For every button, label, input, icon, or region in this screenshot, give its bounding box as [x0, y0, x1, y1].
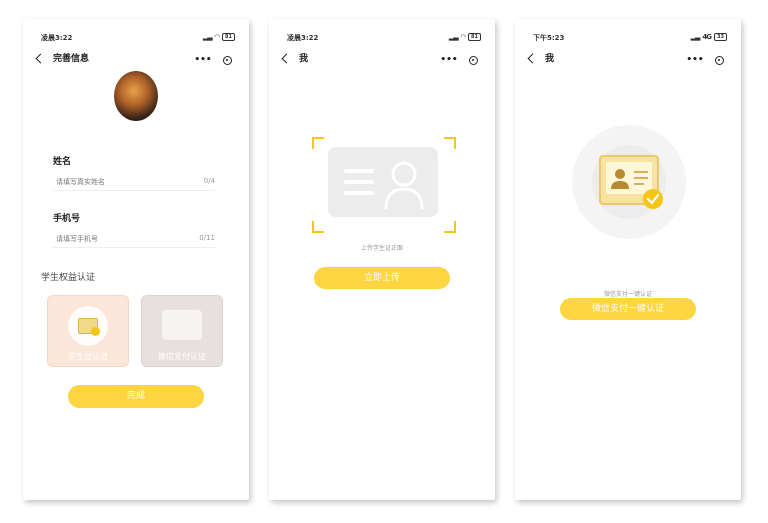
wifi-icon: ◠ — [214, 33, 220, 41]
status-bar: 凌晨3:22 ▂▃ ◠ 81 — [41, 33, 235, 43]
check-icon — [643, 189, 663, 209]
id-card-icon — [162, 310, 202, 340]
done-button[interactable]: 完成 — [68, 385, 204, 408]
card-label: 微信支付认证 — [158, 352, 206, 361]
wechat-pay-verify-button[interactable]: 微信支付一键认证 — [560, 298, 696, 320]
upload-now-button[interactable]: 立即上传 — [314, 267, 450, 289]
frame-corner-tl — [312, 137, 324, 149]
phone-screen-wechat-pay: 下午5:23 ▂▃ 4G 33 我 ••• 微信支付一键认证 微信支付一键认证 — [515, 19, 741, 500]
student-card-upload-area[interactable] — [328, 147, 438, 217]
more-dots-icon[interactable]: ••• — [686, 55, 703, 65]
frame-corner-tr — [444, 137, 456, 149]
capsule-target-icon[interactable] — [222, 55, 232, 65]
phone-screen-upload: 凌晨3:22 ▂▃ ◠ 81 我 ••• 上传学生证正面 立即上传 — [269, 19, 495, 500]
page-title: 我 — [545, 54, 555, 64]
wechat-pay-auth-card[interactable]: 微信支付认证 — [141, 295, 223, 367]
battery-icon: 81 — [222, 33, 235, 41]
section-title: 学生权益认证 — [41, 273, 96, 283]
mini-program-capsule: ••• — [435, 52, 483, 68]
name-placeholder: 请填写真实姓名 — [56, 178, 105, 186]
phone-screen-complete-info: 凌晨3:22 ▂▃ ◠ 81 完善信息 ••• 姓名 请填写真实姓名 0/4 手… — [23, 19, 249, 500]
battery-icon: 33 — [714, 33, 727, 41]
avatar[interactable] — [114, 71, 158, 121]
phone-label: 手机号 — [53, 214, 81, 224]
more-dots-icon[interactable]: ••• — [440, 55, 457, 65]
capsule-target-icon[interactable] — [714, 55, 724, 65]
name-field[interactable]: 请填写真实姓名 0/4 — [53, 172, 215, 191]
network-label: 4G — [702, 33, 712, 41]
status-bar: 下午5:23 ▂▃ 4G 33 — [533, 33, 727, 43]
wifi-icon: ◠ — [460, 33, 466, 41]
signal-icon: ▂▃ — [448, 33, 459, 41]
status-time: 下午5:23 — [533, 34, 565, 42]
back-arrow-icon[interactable] — [281, 53, 292, 64]
status-time: 凌晨3:22 — [287, 34, 319, 42]
student-card-auth-card[interactable]: 学生证认证 — [47, 295, 129, 367]
status-time: 凌晨3:22 — [41, 34, 73, 42]
mini-program-capsule: ••• — [681, 52, 729, 68]
back-arrow-icon[interactable] — [527, 53, 538, 64]
nav-bar: 我 ••• — [527, 52, 729, 68]
name-counter: 0/4 — [203, 177, 215, 185]
upload-hint: 上传学生证正面 — [360, 245, 403, 252]
battery-icon: 81 — [468, 33, 481, 41]
page-title: 我 — [299, 54, 309, 64]
wechat-pay-hint: 微信支付一键认证 — [603, 291, 652, 298]
capsule-target-icon[interactable] — [468, 55, 478, 65]
mini-program-capsule: ••• — [189, 52, 237, 68]
frame-corner-bl — [312, 221, 324, 233]
status-bar: 凌晨3:22 ▂▃ ◠ 81 — [287, 33, 481, 43]
signal-icon: ▂▃ — [690, 33, 701, 41]
phone-placeholder: 请填写手机号 — [56, 235, 98, 243]
id-card-icon — [344, 161, 424, 210]
signal-icon: ▂▃ — [202, 33, 213, 41]
check-icon — [91, 327, 100, 336]
back-arrow-icon[interactable] — [35, 53, 46, 64]
nav-bar: 我 ••• — [281, 52, 483, 68]
phone-field[interactable]: 请填写手机号 0/11 — [53, 229, 215, 248]
more-dots-icon[interactable]: ••• — [194, 55, 211, 65]
card-label: 学生证认证 — [68, 352, 108, 361]
frame-corner-br — [444, 221, 456, 233]
name-label: 姓名 — [53, 157, 72, 167]
nav-bar: 完善信息 ••• — [35, 52, 237, 68]
phone-counter: 0/11 — [199, 234, 215, 242]
page-title: 完善信息 — [53, 54, 90, 64]
